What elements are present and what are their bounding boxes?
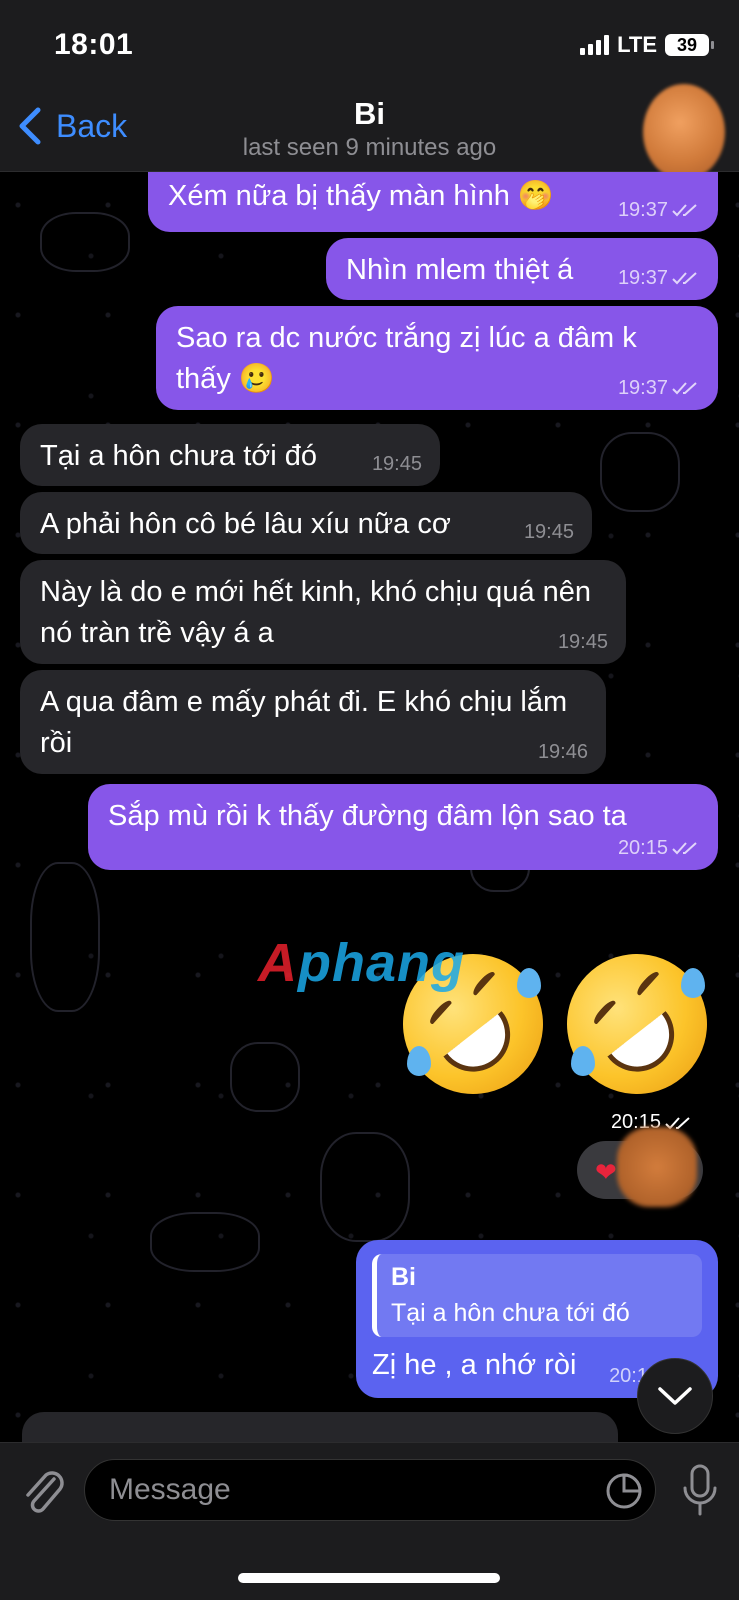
message-meta: 19:45 [524,518,574,546]
reaction-avatar [617,1127,697,1207]
message-time: 19:45 [523,520,574,543]
double-check-icon [672,204,697,217]
sticker-icon[interactable] [605,1472,643,1510]
message-text: A phải hôn cô bé lâu xíu nữa cơ [40,508,451,540]
battery-icon: 39 [665,34,714,56]
double-check-icon [672,382,697,395]
message-incoming[interactable]: A phải hôn cô bé lâu xíu nữa cơ 19:45 [20,492,592,554]
message-incoming[interactable]: Này là do e mới hết kinh, khó chịu quá n… [20,560,626,664]
message-text: Nhìn mlem thiệt á [346,254,574,286]
message-incoming[interactable]: A qua đâm e mấy phát đi. E khó chịu lắm … [20,670,606,774]
message-reaction[interactable]: ❤ [577,1127,703,1207]
message-meta: 20:15 [618,834,700,862]
message-text: Tại a hôn chưa tới đó [40,440,318,472]
message-text: Sao ra dc nước trắng zị lúc a đâm k thấy… [176,322,637,396]
status-indicators: LTE 39 [580,32,714,58]
status-time: 18:01 [54,28,134,61]
message-outgoing[interactable]: Xém nữa bị thấy màn hình 🤭 19:37 [148,172,718,232]
double-check-icon [672,272,697,285]
message-outgoing[interactable]: Sao ra dc nước trắng zị lúc a đâm k thấy… [156,306,718,410]
message-time: 19:37 [617,198,668,221]
message-outgoing[interactable]: Nhìn mlem thiệt á 19:37 [326,238,718,300]
message-meta: 19:37 [618,196,700,224]
message-outgoing[interactable]: Sắp mù rồi k thấy đường đâm lộn sao ta 2… [88,784,718,870]
reply-quote[interactable]: Bi Tại a hôn chưa tới đó [372,1254,702,1337]
message-time: 19:45 [371,452,422,475]
message-time: 19:46 [537,740,588,763]
message-meta: 19:45 [558,628,608,656]
scroll-down-button[interactable] [637,1358,713,1434]
message-text: A qua đâm e mấy phát đi. E khó chịu lắm … [40,686,568,760]
message-meta: 19:37 [618,374,700,402]
message-composer [0,1442,739,1600]
avatar[interactable] [643,84,725,180]
reply-quoted-text: Tại a hôn chưa tới đó [391,1298,630,1327]
reply-sender: Bi [391,1263,416,1291]
message-text: Sắp mù rồi k thấy đường đâm lộn sao ta [108,800,627,832]
microphone-icon[interactable] [681,1463,719,1517]
message-time: 19:37 [617,376,668,399]
message-meta: 19:45 [372,450,422,478]
chat-header: Back Bi last seen 9 minutes ago [0,84,739,180]
message-time: 20:15 [617,836,668,859]
chevron-down-icon [658,1387,692,1405]
double-check-icon [672,842,697,855]
message-incoming-partial[interactable] [22,1412,618,1442]
message-text: Zị he , a nhớ ròi [372,1349,577,1381]
last-seen-status: last seen 9 minutes ago [242,134,497,161]
message-time: 19:37 [617,266,668,289]
network-type: LTE [617,32,657,57]
message-input[interactable] [109,1460,579,1520]
message-field[interactable] [84,1459,656,1521]
paperclip-icon[interactable] [20,1465,66,1517]
contact-name[interactable]: Bi [0,96,739,132]
message-time: 19:45 [557,630,608,653]
heart-icon: ❤ [595,1157,617,1187]
watermark-logo: Aphang [258,933,465,993]
message-meta: 19:37 [618,264,700,292]
message-text: Này là do e mới hết kinh, khó chịu quá n… [40,576,592,650]
message-list[interactable]: Xém nữa bị thấy màn hình 🤭 19:37 Nhìn ml… [0,172,739,1442]
message-incoming[interactable]: Tại a hôn chưa tới đó 19:45 [20,424,440,486]
signal-icon [580,35,610,55]
rofl-emoji-icon [548,935,726,1113]
home-indicator[interactable] [238,1573,500,1583]
status-bar: 18:01 LTE 39 [0,0,739,90]
message-text: Xém nữa bị thấy màn hình 🤭 [168,180,554,212]
message-meta: 19:46 [538,738,588,766]
